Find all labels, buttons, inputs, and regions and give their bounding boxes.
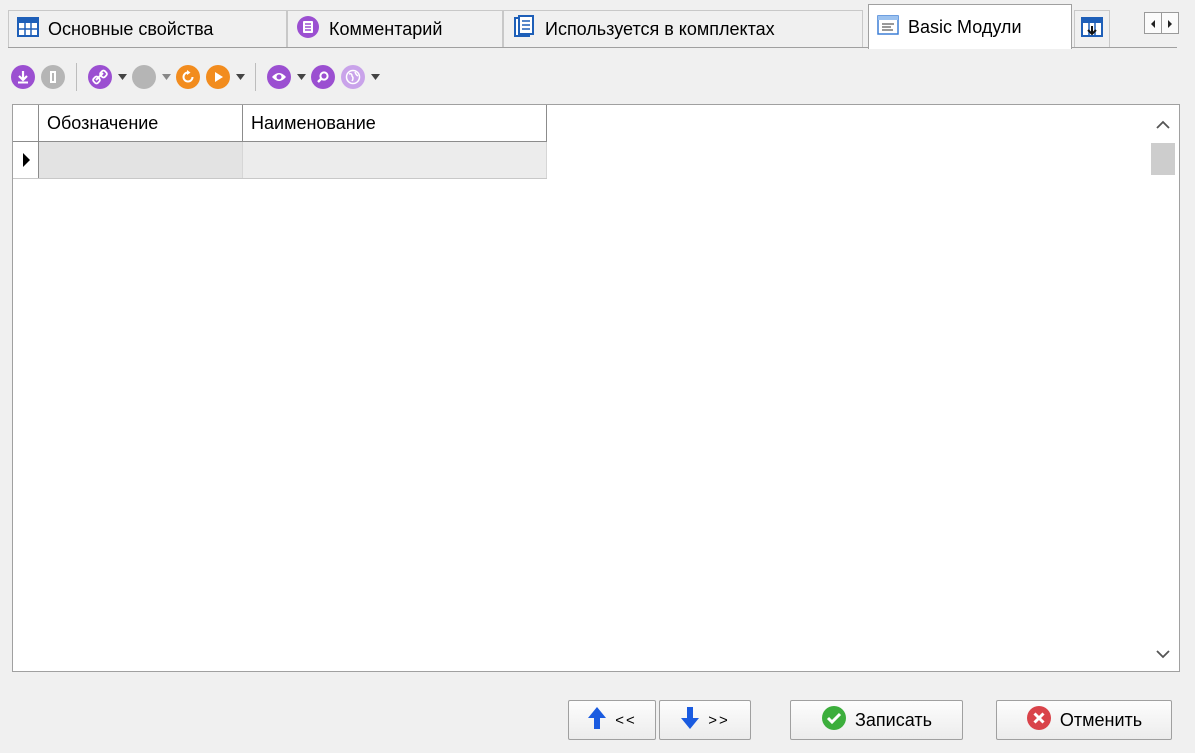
comment-icon <box>296 15 320 44</box>
globe-button[interactable] <box>338 62 368 92</box>
chevron-down-icon <box>235 74 245 80</box>
previous-button-label: << <box>615 711 637 729</box>
cancel-button-label: Отменить <box>1059 709 1143 730</box>
link-dropdown[interactable] <box>115 62 129 92</box>
table-insert-icon <box>1081 16 1103 43</box>
current-row-indicator-icon <box>13 142 39 178</box>
view-icon <box>267 65 291 89</box>
save-button[interactable]: Записать <box>790 700 963 740</box>
search-button[interactable] <box>308 62 338 92</box>
column-header-name[interactable]: Наименование <box>243 105 547 141</box>
arrow-up-icon <box>587 706 607 735</box>
arrow-down-icon <box>680 706 700 735</box>
tab-label: Basic Модули <box>908 16 1022 37</box>
tab-main-properties[interactable]: Основные свойства <box>8 10 287 47</box>
view-button[interactable] <box>264 62 294 92</box>
grid-header: Обозначение Наименование <box>13 105 547 142</box>
record-dropdown[interactable] <box>159 62 173 92</box>
tab-label: Используется в комплектах <box>545 18 775 39</box>
save-button-label: Записать <box>855 709 932 730</box>
tab-used-in-kits[interactable]: Используется в комплектах <box>503 10 863 47</box>
scroll-up-icon[interactable] <box>1155 117 1171 131</box>
link-button[interactable] <box>85 62 115 92</box>
tab-label: Основные свойства <box>48 18 214 39</box>
scrollbar-thumb[interactable] <box>1151 143 1175 175</box>
table-row[interactable] <box>13 142 547 179</box>
tab-scroll-left-button[interactable] <box>1144 12 1162 34</box>
tab-label: Комментарий <box>329 18 443 39</box>
document-icon <box>512 14 536 44</box>
modules-grid[interactable]: Обозначение Наименование <box>12 104 1180 672</box>
refresh-button[interactable] <box>173 62 203 92</box>
toolbar-separator <box>76 63 77 91</box>
close-icon <box>1026 705 1052 736</box>
cell-designation[interactable] <box>39 142 243 178</box>
tab-scroll-right-button[interactable] <box>1161 12 1179 34</box>
table-icon <box>17 16 39 43</box>
row-indicator-header <box>13 105 39 141</box>
cancel-button[interactable]: Отменить <box>996 700 1172 740</box>
next-button[interactable]: >> <box>659 700 751 740</box>
arrow-left-icon <box>1149 13 1157 34</box>
next-button-label: >> <box>708 711 730 729</box>
toolbar <box>8 55 1178 99</box>
scroll-down-icon[interactable] <box>1155 647 1171 661</box>
arrow-right-icon <box>1166 13 1174 34</box>
link-icon <box>88 65 112 89</box>
tab-comment[interactable]: Комментарий <box>287 10 503 47</box>
info-button[interactable] <box>38 62 68 92</box>
play-dropdown[interactable] <box>233 62 247 92</box>
globe-dropdown[interactable] <box>368 62 382 92</box>
play-icon <box>206 65 230 89</box>
chevron-down-icon <box>161 74 171 80</box>
view-dropdown[interactable] <box>294 62 308 92</box>
download-icon <box>11 65 35 89</box>
search-icon <box>311 65 335 89</box>
tab-table-insert[interactable] <box>1074 10 1110 47</box>
record-icon <box>132 65 156 89</box>
refresh-icon <box>176 65 200 89</box>
previous-button[interactable]: << <box>568 700 656 740</box>
chevron-down-icon <box>117 74 127 80</box>
tab-bar: Основные свойства Комментарий Использует… <box>0 0 1195 50</box>
chevron-down-icon <box>370 74 380 80</box>
check-icon <box>821 705 847 736</box>
column-header-designation[interactable]: Обозначение <box>39 105 243 141</box>
cell-name[interactable] <box>243 142 547 178</box>
toolbar-separator <box>255 63 256 91</box>
chevron-down-icon <box>296 74 306 80</box>
record-button[interactable] <box>129 62 159 92</box>
tab-basic-modules[interactable]: Basic Модули <box>868 4 1072 49</box>
globe-icon <box>341 65 365 89</box>
info-icon <box>41 65 65 89</box>
module-icon <box>877 14 899 41</box>
vertical-scrollbar[interactable] <box>1147 105 1179 671</box>
play-button[interactable] <box>203 62 233 92</box>
download-button[interactable] <box>8 62 38 92</box>
